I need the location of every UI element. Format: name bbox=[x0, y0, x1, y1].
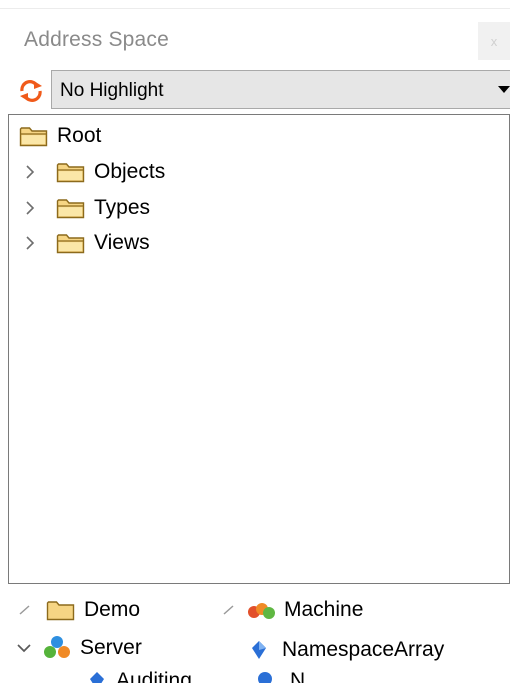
chevron-right-icon[interactable] bbox=[23, 165, 37, 179]
close-icon: x bbox=[490, 33, 498, 49]
address-space-window: Address Space x No Highlight Root Object… bbox=[0, 0, 510, 683]
address-space-tree[interactable]: Root Objects Types Views bbox=[8, 114, 510, 584]
variable-icon bbox=[252, 641, 266, 659]
highlight-dropdown[interactable]: No Highlight bbox=[51, 70, 510, 109]
variable-icon bbox=[258, 672, 272, 683]
tree-node-label: Views bbox=[94, 231, 150, 254]
tree-node-views[interactable]: Views bbox=[23, 226, 150, 260]
background-item-label: N bbox=[290, 669, 306, 683]
background-item-label: Auditing bbox=[116, 669, 192, 683]
refresh-icon bbox=[20, 80, 42, 102]
top-divider bbox=[0, 8, 510, 9]
background-item-label: Server bbox=[80, 636, 142, 659]
close-button[interactable]: x bbox=[478, 22, 510, 60]
chevron-down-icon bbox=[17, 644, 31, 653]
tree-node-label: Types bbox=[94, 196, 151, 219]
highlight-selected-value: No Highlight bbox=[60, 80, 164, 101]
folder-icon bbox=[19, 127, 48, 147]
background-item-demo[interactable]: Demo bbox=[18, 598, 140, 622]
tree-node-label: Root bbox=[57, 124, 102, 147]
folder-icon bbox=[56, 234, 85, 254]
tree-node-types[interactable]: Types bbox=[23, 191, 150, 225]
background-item-label: NamespaceArray bbox=[282, 638, 445, 661]
chevron-right-icon[interactable] bbox=[23, 236, 37, 250]
object-icon bbox=[248, 603, 275, 619]
tree-node-root[interactable]: Root bbox=[19, 119, 101, 153]
toolbar: No Highlight bbox=[10, 70, 510, 110]
background-item-machine[interactable]: Machine bbox=[222, 598, 363, 622]
background-item-n[interactable]: N bbox=[256, 669, 305, 683]
background-tree: Demo Machine Server NamespaceArray Audit… bbox=[0, 584, 510, 683]
background-item-server[interactable]: Server bbox=[16, 635, 142, 661]
chevron-expanded-icon bbox=[223, 605, 234, 615]
server-icon bbox=[44, 636, 70, 658]
background-item-namespacearray[interactable]: NamespaceArray bbox=[250, 638, 444, 662]
variable-icon bbox=[90, 672, 104, 683]
chevron-expanded-icon bbox=[19, 605, 30, 615]
background-item-label: Demo bbox=[84, 598, 141, 621]
dropdown-arrow-icon[interactable] bbox=[498, 86, 510, 93]
chevron-right-icon[interactable] bbox=[23, 201, 37, 215]
folder-icon bbox=[56, 199, 85, 219]
background-item-label: Machine bbox=[284, 598, 364, 621]
tree-node-label: Objects bbox=[94, 160, 166, 183]
panel-title: Address Space bbox=[24, 28, 170, 51]
folder-icon bbox=[46, 601, 75, 621]
refresh-button[interactable] bbox=[14, 76, 48, 106]
tree-node-objects[interactable]: Objects bbox=[23, 155, 165, 189]
folder-icon bbox=[56, 163, 85, 183]
background-item-auditing[interactable]: Auditing bbox=[88, 669, 192, 683]
